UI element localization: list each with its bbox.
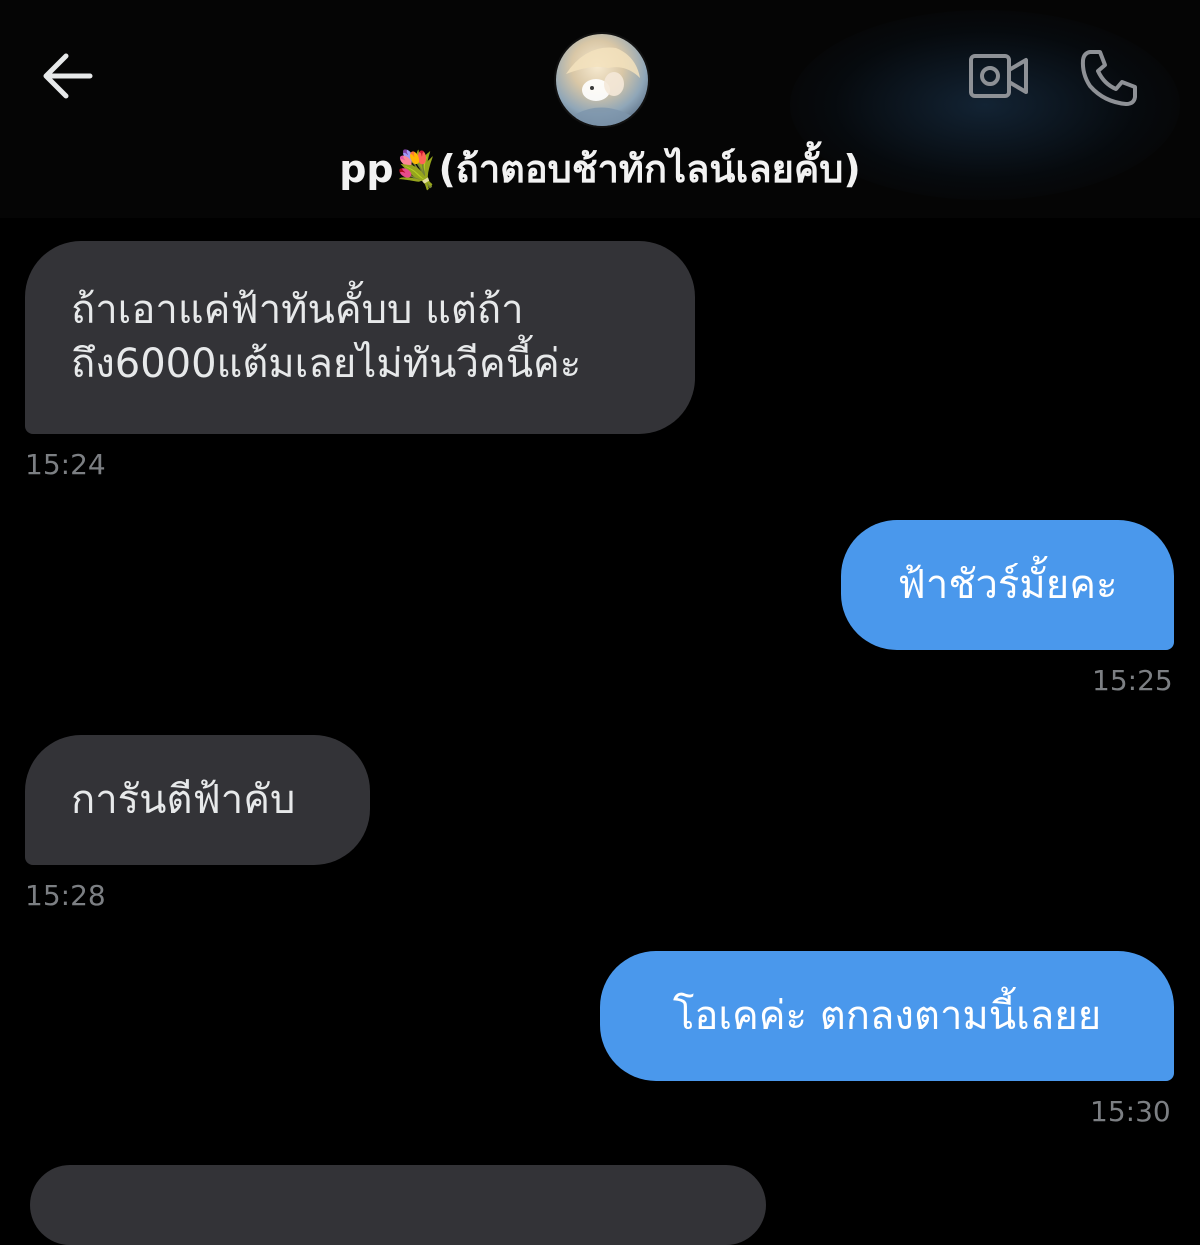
bouquet-emoji: 💐 bbox=[393, 150, 439, 191]
message-text-line: ถ้าเอาแค่ฟ้าทันคั้บบ แต่ถ้า bbox=[71, 287, 524, 333]
outgoing-message-bubble[interactable]: ฟ้าชัวร์มั้ยคะ bbox=[841, 520, 1174, 650]
phone-icon bbox=[1080, 50, 1137, 106]
arrow-left-icon bbox=[43, 53, 93, 99]
chat-header: pp💐(ถ้าตอบช้าทักไลน์เลยคั้บ) bbox=[0, 0, 1200, 218]
contact-status-note: (ถ้าตอบช้าทักไลน์เลยคั้บ) bbox=[438, 147, 861, 191]
message-text-line: การันตีฟ้าคับ bbox=[71, 777, 296, 823]
avatar-image bbox=[556, 34, 648, 126]
message-text-line: ถึง6000แต้มเลยไม่ทันวีคนี้ค่ะ bbox=[71, 341, 582, 387]
incoming-message-bubble-partial[interactable] bbox=[30, 1165, 766, 1245]
incoming-message-bubble[interactable]: การันตีฟ้าคับ bbox=[25, 735, 370, 865]
message-text-line: โอเคค่ะ ตกลงตามนี้เลยย bbox=[672, 993, 1102, 1039]
message-timestamp: 15:28 bbox=[25, 879, 106, 912]
contact-name: pp bbox=[339, 147, 394, 191]
message-timestamp: 15:25 bbox=[1092, 664, 1173, 697]
chat-title[interactable]: pp💐(ถ้าตอบช้าทักไลน์เลยคั้บ) bbox=[0, 138, 1200, 199]
message-text-line: ฟ้าชัวร์มั้ยคะ bbox=[897, 562, 1118, 608]
outgoing-message-bubble[interactable]: โอเคค่ะ ตกลงตามนี้เลยย bbox=[600, 951, 1174, 1081]
voice-call-button[interactable] bbox=[1076, 44, 1142, 110]
message-timestamp: 15:24 bbox=[25, 448, 106, 481]
back-button[interactable] bbox=[36, 48, 100, 104]
avatar[interactable] bbox=[554, 32, 650, 128]
incoming-message-bubble[interactable]: ถ้าเอาแค่ฟ้าทันคั้บบ แต่ถ้า ถึง6000แต้มเ… bbox=[25, 241, 695, 434]
message-timestamp: 15:30 bbox=[1090, 1095, 1171, 1128]
video-call-button[interactable] bbox=[966, 48, 1032, 104]
video-camera-icon bbox=[969, 54, 1028, 98]
